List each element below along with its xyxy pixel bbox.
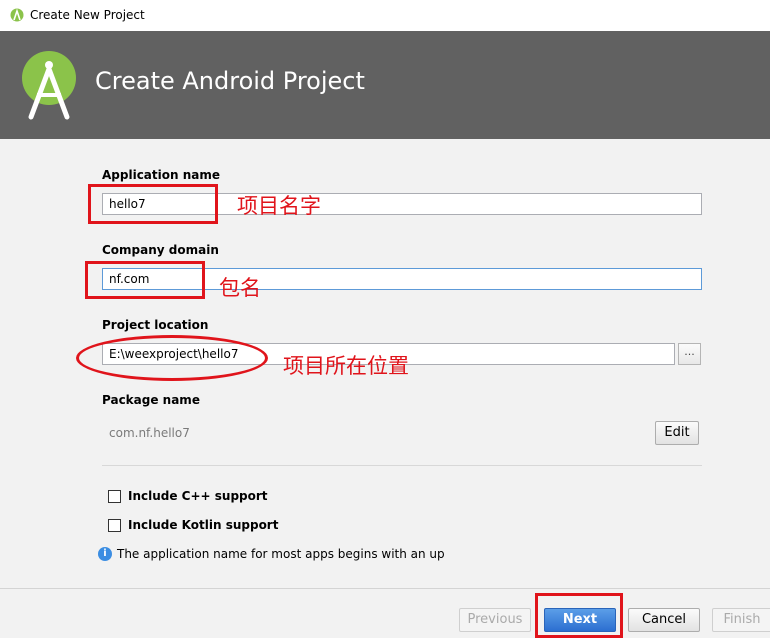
application-name-label: Application name — [102, 168, 221, 182]
include-kotlin-label: Include Kotlin support — [128, 518, 279, 532]
annotation-box-company — [85, 261, 205, 299]
annotation-ellipse-location — [76, 335, 268, 381]
info-message: The application name for most apps begin… — [117, 547, 445, 561]
annotation-box-app-name — [88, 184, 218, 224]
package-name-label: Package name — [102, 393, 200, 407]
page-title: Create Android Project — [95, 67, 365, 95]
project-location-label: Project location — [102, 318, 209, 332]
android-studio-logo-icon — [22, 51, 76, 120]
edit-package-button[interactable]: Edit — [655, 421, 699, 445]
window-titlebar: Create New Project — [0, 0, 770, 31]
info-icon: i — [98, 547, 112, 561]
header-banner: Create Android Project — [0, 31, 770, 139]
package-name-value: com.nf.hello7 — [109, 426, 190, 440]
divider — [102, 465, 702, 466]
annotation-company-note: 包名 — [219, 276, 261, 300]
include-kotlin-checkbox[interactable] — [108, 519, 121, 532]
annotation-box-next — [535, 593, 623, 638]
footer-divider — [0, 588, 770, 589]
browse-location-button[interactable]: ... — [678, 343, 701, 365]
annotation-app-name-note: 项目名字 — [237, 194, 321, 218]
include-cpp-label: Include C++ support — [128, 489, 268, 503]
include-cpp-checkbox[interactable] — [108, 490, 121, 503]
finish-button[interactable]: Finish — [712, 608, 770, 632]
android-studio-app-icon — [10, 8, 24, 22]
previous-button[interactable]: Previous — [459, 608, 531, 632]
cancel-button[interactable]: Cancel — [628, 608, 700, 632]
window-title: Create New Project — [30, 8, 145, 22]
company-domain-label: Company domain — [102, 243, 219, 257]
annotation-location-note: 项目所在位置 — [283, 354, 409, 378]
